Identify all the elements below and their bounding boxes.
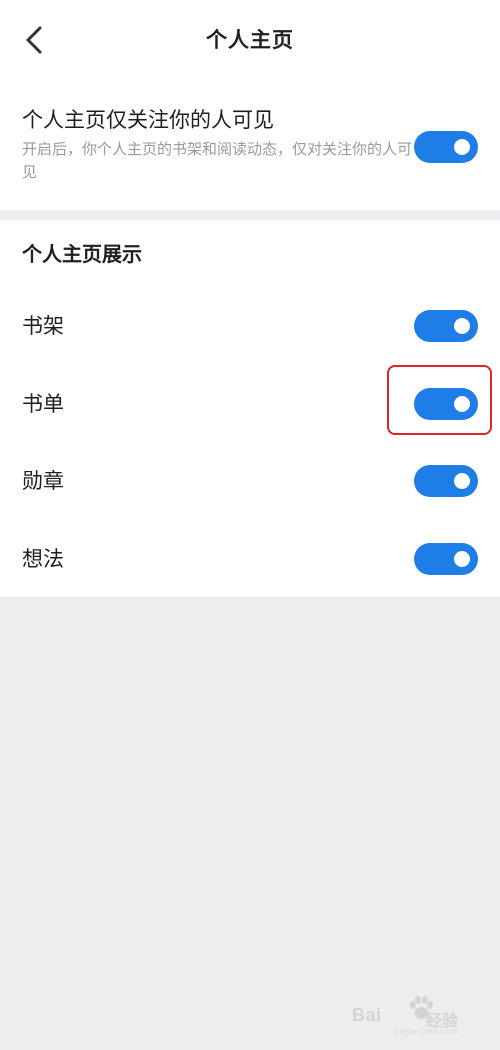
toggle-knob <box>454 318 470 334</box>
setting-row-bookshelf: 书架 <box>0 298 500 354</box>
privacy-setting-description: 开启后，你个人主页的书架和阅读动态，仅对关注你的人可见 <box>22 140 413 181</box>
medals-toggle[interactable] <box>414 465 478 497</box>
highlight-annotation <box>387 365 492 435</box>
bookshelf-toggle[interactable] <box>414 310 478 342</box>
header: 个人主页 <box>0 0 500 82</box>
setting-label: 书单 <box>22 392 64 416</box>
setting-row-medals: 勋章 <box>0 453 500 509</box>
watermark: Bai 经验 jingyan.baidu.com <box>352 995 488 1037</box>
toggle-knob <box>454 139 470 155</box>
privacy-toggle[interactable] <box>414 131 478 163</box>
section-title: 个人主页展示 <box>22 242 142 266</box>
section-divider <box>0 210 500 220</box>
privacy-setting-row: 个人主页仅关注你的人可见 开启后，你个人主页的书架和阅读动态，仅对关注你的人可见 <box>0 100 500 195</box>
toggle-knob <box>454 473 470 489</box>
setting-label: 想法 <box>22 547 64 571</box>
setting-label: 勋章 <box>22 469 64 493</box>
setting-label: 书架 <box>22 314 64 338</box>
privacy-setting-title: 个人主页仅关注你的人可见 <box>22 108 274 132</box>
screen: 个人主页 个人主页仅关注你的人可见 开启后，你个人主页的书架和阅读动态，仅对关注… <box>0 0 500 1050</box>
watermark-brand: Bai <box>352 1005 382 1025</box>
setting-row-thoughts: 想法 <box>0 531 500 587</box>
thoughts-toggle[interactable] <box>414 543 478 575</box>
page-title: 个人主页 <box>206 28 294 52</box>
watermark-url: jingyan.baidu.com <box>394 1027 459 1036</box>
top-card: 个人主页 个人主页仅关注你的人可见 开启后，你个人主页的书架和阅读动态，仅对关注… <box>0 0 500 210</box>
toggle-knob <box>454 551 470 567</box>
